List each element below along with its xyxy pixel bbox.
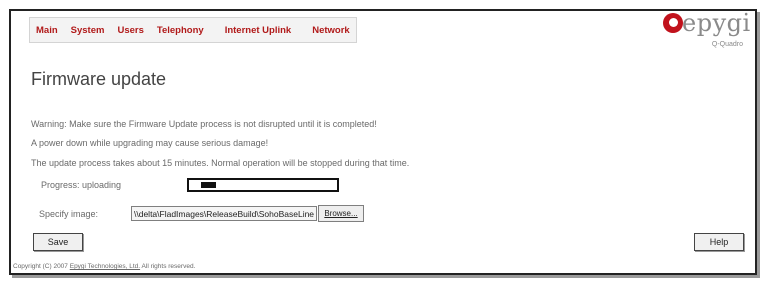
browse-button[interactable]: Browse... [318, 205, 364, 222]
progress-bar [187, 178, 339, 192]
nav-internet-uplink[interactable]: Internet Uplink [225, 25, 292, 36]
main-window: Main System Users Telephony Internet Upl… [9, 9, 757, 275]
nav-users[interactable]: Users [117, 25, 143, 36]
progress-bar-fill [201, 182, 216, 188]
copyright-suffix: All rights reserved. [140, 263, 196, 270]
nav-telephony[interactable]: Telephony [157, 25, 204, 36]
copyright-prefix: Copyright (C) 2007 [13, 263, 70, 270]
save-button[interactable]: Save [33, 233, 83, 251]
power-warning-message: A power down while upgrading may cause s… [31, 138, 269, 148]
warning-message: Warning: Make sure the Firmware Update p… [31, 119, 377, 129]
help-button[interactable]: Help [694, 233, 744, 251]
copyright-footer: Copyright (C) 2007 Epygi Technologies, L… [13, 263, 195, 270]
logo-brand-name: epygi [682, 9, 751, 37]
nav-main[interactable]: Main [36, 25, 58, 36]
epygi-link[interactable]: Epygi Technologies, Ltd. [70, 263, 140, 270]
duration-message: The update process takes about 15 minute… [31, 158, 410, 168]
progress-label: Progress: uploading [41, 180, 122, 190]
image-path-input[interactable] [131, 206, 317, 221]
page-title: Firmware update [31, 69, 167, 89]
specify-image-label: Specify image: [39, 209, 99, 219]
nav-system[interactable]: System [71, 25, 105, 36]
logo-model: Q-Quadro [711, 41, 743, 48]
top-navigation: Main System Users Telephony Internet Upl… [29, 17, 357, 43]
epygi-logo: epygi Q-Quadro [635, 9, 750, 53]
logo-mark-icon [663, 13, 683, 33]
nav-network[interactable]: Network [312, 25, 349, 36]
